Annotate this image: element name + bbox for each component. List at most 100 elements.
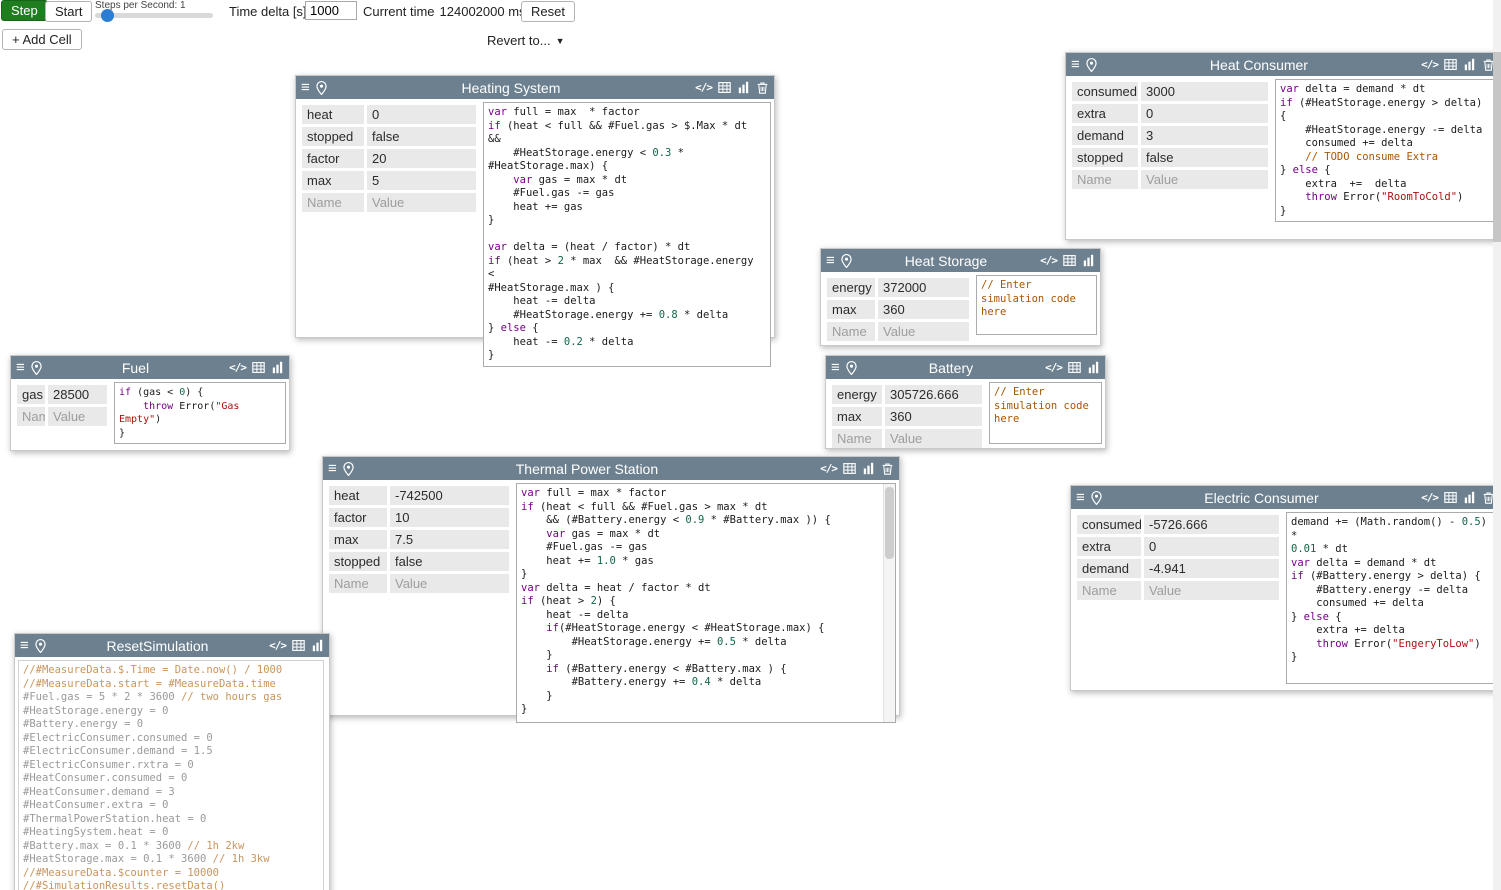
table-icon[interactable]: [1444, 491, 1457, 504]
code-editor[interactable]: var full = max * factor if (heat < full …: [516, 483, 896, 723]
table-icon[interactable]: [1068, 361, 1081, 374]
cell-name[interactable]: factor: [302, 149, 364, 168]
code-icon[interactable]: </>: [1045, 362, 1062, 373]
cell-value[interactable]: 5: [367, 171, 476, 190]
code-editor[interactable]: var delta = demand * dt if (#HeatStorage…: [1275, 79, 1497, 222]
cell-name[interactable]: max: [329, 530, 387, 549]
cell-name[interactable]: demand: [1072, 126, 1138, 145]
table-icon[interactable]: [292, 639, 305, 652]
pin-icon[interactable]: [841, 254, 852, 268]
start-button[interactable]: Start: [45, 1, 92, 22]
code-icon[interactable]: </>: [1421, 59, 1438, 70]
revert-dropdown[interactable]: Revert to... ▼: [487, 33, 565, 48]
hamburger-icon[interactable]: ≡: [1076, 490, 1085, 505]
code-icon[interactable]: </>: [269, 640, 286, 651]
code-editor[interactable]: if (gas < 0) { throw Error("Gas Empty") …: [114, 382, 286, 444]
panel-header[interactable]: ≡ Electric Consumer </>: [1071, 486, 1500, 509]
hamburger-icon[interactable]: ≡: [16, 360, 25, 375]
table-icon[interactable]: [1444, 58, 1457, 71]
table-icon[interactable]: [718, 81, 731, 94]
cell-name-placeholder[interactable]: Name: [17, 407, 45, 426]
hamburger-icon[interactable]: ≡: [328, 461, 337, 476]
cell-name[interactable]: max: [827, 300, 875, 319]
cell-name[interactable]: energy: [827, 278, 875, 297]
cell-value[interactable]: -5726.666: [1144, 515, 1279, 534]
code-editor[interactable]: // Enter simulation code here: [976, 275, 1097, 335]
code-editor[interactable]: // Enter simulation code here: [989, 382, 1102, 444]
cell-name[interactable]: consumed: [1077, 515, 1141, 534]
cell-name[interactable]: factor: [329, 508, 387, 527]
steps-per-second-slider[interactable]: [95, 13, 213, 18]
cell-name[interactable]: heat: [329, 486, 387, 505]
code-icon[interactable]: </>: [695, 82, 712, 93]
code-editor[interactable]: var full = max * factor if (heat < full …: [483, 102, 771, 367]
hamburger-icon[interactable]: ≡: [20, 638, 29, 653]
cell-value[interactable]: 10: [390, 508, 509, 527]
panel-header[interactable]: ≡ Thermal Power Station </>: [323, 457, 899, 480]
cell-name[interactable]: consumed: [1072, 82, 1138, 101]
cell-value[interactable]: 372000: [878, 278, 969, 297]
cell-name-placeholder[interactable]: Name: [302, 193, 364, 212]
cell-value[interactable]: 20: [367, 149, 476, 168]
page-scrollbar-thumb[interactable]: [1493, 52, 1501, 242]
cell-value[interactable]: 0: [367, 105, 476, 124]
hamburger-icon[interactable]: ≡: [826, 253, 835, 268]
pin-icon[interactable]: [1086, 58, 1097, 72]
cell-name[interactable]: stopped: [1072, 148, 1138, 167]
pin-icon[interactable]: [846, 361, 857, 375]
cell-value[interactable]: 3: [1141, 126, 1268, 145]
cell-value[interactable]: 28500: [48, 385, 107, 404]
cell-name[interactable]: heat: [302, 105, 364, 124]
cell-value[interactable]: -742500: [390, 486, 509, 505]
panel-header[interactable]: ≡ Heat Storage </>: [821, 249, 1100, 272]
cell-value[interactable]: -4.941: [1144, 559, 1279, 578]
panel-header[interactable]: ≡ Heat Consumer </>: [1066, 53, 1500, 76]
chart-icon[interactable]: [862, 462, 875, 475]
hamburger-icon[interactable]: ≡: [831, 360, 840, 375]
cell-value[interactable]: false: [390, 552, 509, 571]
trash-icon[interactable]: [881, 462, 894, 475]
panel-header[interactable]: ≡ ResetSimulation </>: [15, 634, 329, 657]
cell-value[interactable]: 7.5: [390, 530, 509, 549]
cell-value[interactable]: 360: [878, 300, 969, 319]
cell-value-placeholder[interactable]: Value: [1144, 581, 1279, 600]
step-button[interactable]: Step: [1, 0, 48, 21]
cell-value[interactable]: false: [367, 127, 476, 146]
cell-name-placeholder[interactable]: Name: [827, 322, 875, 341]
cell-name[interactable]: max: [302, 171, 364, 190]
cell-value-placeholder[interactable]: Value: [885, 429, 982, 448]
cell-value-placeholder[interactable]: Value: [878, 322, 969, 341]
panel-header[interactable]: ≡ Fuel </>: [11, 356, 289, 379]
table-icon[interactable]: [1063, 254, 1076, 267]
chart-icon[interactable]: [1463, 58, 1476, 71]
pin-icon[interactable]: [31, 361, 42, 375]
add-cell-button[interactable]: + Add Cell: [2, 29, 82, 50]
pin-icon[interactable]: [316, 81, 327, 95]
cell-name[interactable]: demand: [1077, 559, 1141, 578]
reset-button[interactable]: Reset: [521, 1, 575, 22]
slider-thumb[interactable]: [101, 9, 114, 22]
code-scrollbar-thumb[interactable]: [885, 487, 894, 559]
chart-icon[interactable]: [1087, 361, 1100, 374]
cell-name[interactable]: energy: [832, 385, 882, 404]
page-scrollbar[interactable]: [1493, 0, 1501, 890]
cell-value-placeholder[interactable]: Value: [367, 193, 476, 212]
cell-value[interactable]: false: [1141, 148, 1268, 167]
pin-icon[interactable]: [35, 639, 46, 653]
cell-value[interactable]: 360: [885, 407, 982, 426]
code-icon[interactable]: </>: [1040, 255, 1057, 266]
panel-header[interactable]: ≡ Heating System </>: [296, 76, 774, 99]
cell-name-placeholder[interactable]: Name: [832, 429, 882, 448]
cell-name[interactable]: gas: [17, 385, 45, 404]
cell-name-placeholder[interactable]: Name: [1077, 581, 1141, 600]
cell-name[interactable]: stopped: [302, 127, 364, 146]
cell-value-placeholder[interactable]: Value: [48, 407, 107, 426]
hamburger-icon[interactable]: ≡: [301, 80, 310, 95]
chart-icon[interactable]: [311, 639, 324, 652]
chart-icon[interactable]: [737, 81, 750, 94]
code-editor[interactable]: demand += (Math.random() - 0.5) * 0.01 *…: [1286, 512, 1497, 684]
chart-icon[interactable]: [1463, 491, 1476, 504]
cell-name-placeholder[interactable]: Name: [329, 574, 387, 593]
pin-icon[interactable]: [1091, 491, 1102, 505]
code-editor[interactable]: //#MeasureData.$.Time = Date.now() / 100…: [18, 660, 324, 890]
